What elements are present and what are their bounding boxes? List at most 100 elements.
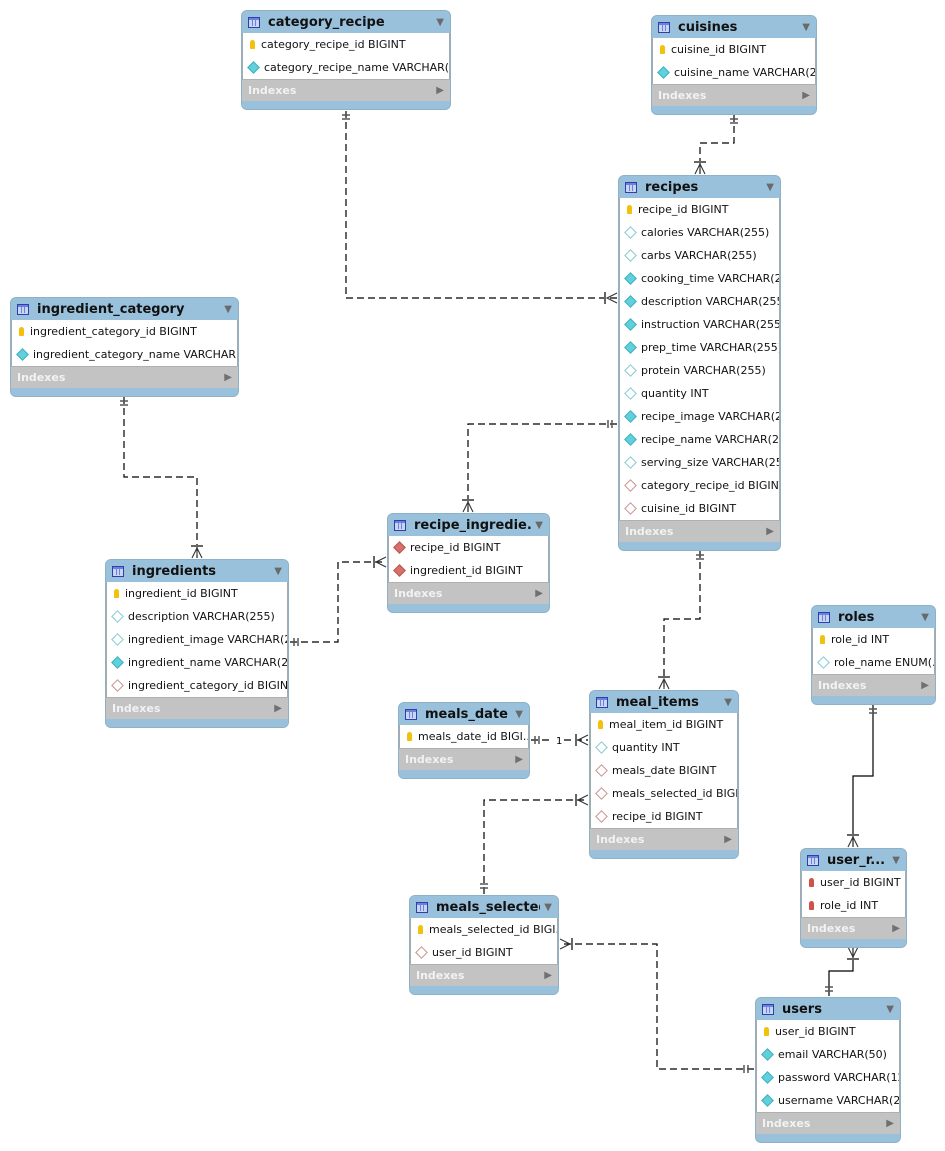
column-row[interactable]: user_id BIGINT — [411, 941, 557, 964]
collapse-triangle-icon[interactable]: ▼ — [892, 855, 900, 866]
column-row[interactable]: recipe_id BIGINT — [591, 805, 737, 828]
column-row[interactable]: ingredient_name VARCHAR(255) — [107, 651, 287, 674]
expand-arrow-icon[interactable]: ▶ — [274, 703, 282, 714]
table-roles[interactable]: roles ▼ role_id INT role_name ENUM(...) Inde… — [811, 605, 936, 705]
column-row[interactable]: password VARCHAR(120) — [757, 1066, 899, 1089]
expand-arrow-icon[interactable]: ▶ — [436, 85, 444, 96]
column-row[interactable]: category_recipe_id BIGINT — [243, 33, 449, 56]
collapse-triangle-icon[interactable]: ▼ — [544, 902, 552, 913]
column-row[interactable]: username VARCHAR(20) — [757, 1089, 899, 1112]
column-row[interactable]: ingredient_category_id BIGINT — [107, 674, 287, 697]
column-row[interactable]: category_recipe_id BIGINT — [620, 474, 779, 497]
indexes-section[interactable]: Indexes ▶ — [801, 917, 906, 939]
expand-arrow-icon[interactable]: ▶ — [224, 372, 232, 383]
expand-arrow-icon[interactable]: ▶ — [892, 923, 900, 934]
column-row[interactable]: quantity INT — [620, 382, 779, 405]
collapse-triangle-icon[interactable]: ▼ — [515, 709, 523, 720]
column-row[interactable]: cuisine_name VARCHAR(25... — [653, 61, 815, 84]
table-header[interactable]: meals_selected ▼ — [410, 896, 558, 918]
table-ingredient-category[interactable]: ingredient_category ▼ ingredient_category_… — [10, 297, 239, 397]
column-row[interactable]: user_id BIGINT — [802, 871, 905, 894]
indexes-section[interactable]: Indexes ▶ — [11, 366, 238, 388]
column-row[interactable]: calories VARCHAR(255) — [620, 221, 779, 244]
indexes-section[interactable]: Indexes ▶ — [619, 520, 780, 542]
expand-arrow-icon[interactable]: ▶ — [544, 970, 552, 981]
column-row[interactable]: recipe_name VARCHAR(255) — [620, 428, 779, 451]
indexes-section[interactable]: Indexes ▶ — [106, 697, 288, 719]
table-cuisines[interactable]: cuisines ▼ cuisine_id BIGINT cuisine_name V… — [651, 15, 817, 115]
column-row[interactable]: meal_item_id BIGINT — [591, 713, 737, 736]
expand-arrow-icon[interactable]: ▶ — [921, 680, 929, 691]
column-row[interactable]: role_id INT — [802, 894, 905, 917]
collapse-triangle-icon[interactable]: ▼ — [436, 17, 444, 28]
column-row[interactable]: recipe_id BIGINT — [620, 198, 779, 221]
column-row[interactable]: protein VARCHAR(255) — [620, 359, 779, 382]
table-meals-selected[interactable]: meals_selected ▼ meals_selected_id BIGI...… — [409, 895, 559, 995]
table-header[interactable]: category_recipe ▼ — [242, 11, 450, 33]
table-header[interactable]: ingredient_category ▼ — [11, 298, 238, 320]
indexes-section[interactable]: Indexes ▶ — [242, 79, 450, 101]
table-ingredients[interactable]: ingredients ▼ ingredient_id BIGINT descript… — [105, 559, 289, 728]
column-row[interactable]: instruction VARCHAR(255) — [620, 313, 779, 336]
column-row[interactable]: description VARCHAR(255) — [107, 605, 287, 628]
column-row[interactable]: serving_size VARCHAR(255) — [620, 451, 779, 474]
column-row[interactable]: ingredient_category_name VARCHAR(25... — [12, 343, 237, 366]
collapse-triangle-icon[interactable]: ▼ — [224, 304, 232, 315]
table-header[interactable]: cuisines ▼ — [652, 16, 816, 38]
indexes-section[interactable]: Indexes ▶ — [410, 964, 558, 986]
indexes-section[interactable]: Indexes ▶ — [590, 828, 738, 850]
table-users[interactable]: users ▼ user_id BIGINT email VARCHAR(50) pas… — [755, 997, 901, 1143]
expand-arrow-icon[interactable]: ▶ — [886, 1118, 894, 1129]
column-row[interactable]: meals_selected_id BIGI... — [411, 918, 557, 941]
expand-arrow-icon[interactable]: ▶ — [802, 90, 810, 101]
collapse-triangle-icon[interactable]: ▼ — [724, 697, 732, 708]
column-row[interactable]: quantity INT — [591, 736, 737, 759]
column-row[interactable]: recipe_image VARCHAR(25... — [620, 405, 779, 428]
indexes-section[interactable]: Indexes ▶ — [399, 748, 529, 770]
expand-arrow-icon[interactable]: ▶ — [724, 834, 732, 845]
column-row[interactable]: meals_selected_id BIGI... — [591, 782, 737, 805]
table-header[interactable]: users ▼ — [756, 998, 900, 1020]
collapse-triangle-icon[interactable]: ▼ — [766, 182, 774, 193]
table-header[interactable]: ingredients ▼ — [106, 560, 288, 582]
table-recipe-ingredients[interactable]: recipe_ingredie... ▼ recipe_id BIGINT ingre… — [387, 513, 550, 613]
column-row[interactable]: email VARCHAR(50) — [757, 1043, 899, 1066]
collapse-triangle-icon[interactable]: ▼ — [886, 1004, 894, 1015]
table-category-recipe[interactable]: category_recipe ▼ category_recipe_id BIGIN… — [241, 10, 451, 110]
table-header[interactable]: user_r... ▼ — [801, 849, 906, 871]
column-row[interactable]: ingredient_id BIGINT — [389, 559, 548, 582]
column-row[interactable]: prep_time VARCHAR(255) — [620, 336, 779, 359]
expand-arrow-icon[interactable]: ▶ — [535, 588, 543, 599]
indexes-section[interactable]: Indexes ▶ — [756, 1112, 900, 1134]
table-header[interactable]: meals_date ▼ — [399, 703, 529, 725]
expand-arrow-icon[interactable]: ▶ — [515, 754, 523, 765]
column-row[interactable]: description VARCHAR(255) — [620, 290, 779, 313]
table-meal-items[interactable]: meal_items ▼ meal_item_id BIGINT quantity I… — [589, 690, 739, 859]
column-row[interactable]: role_id INT — [813, 628, 934, 651]
table-header[interactable]: recipes ▼ — [619, 176, 780, 198]
column-row[interactable]: meals_date BIGINT — [591, 759, 737, 782]
table-meals-date[interactable]: meals_date ▼ meals_date_id BIGI... Indexes ▶ — [398, 702, 530, 779]
table-header[interactable]: recipe_ingredie... ▼ — [388, 514, 549, 536]
expand-arrow-icon[interactable]: ▶ — [766, 526, 774, 537]
indexes-section[interactable]: Indexes ▶ — [652, 84, 816, 106]
column-row[interactable]: user_id BIGINT — [757, 1020, 899, 1043]
column-row[interactable]: carbs VARCHAR(255) — [620, 244, 779, 267]
column-row[interactable]: category_recipe_name VARCHAR(25... — [243, 56, 449, 79]
collapse-triangle-icon[interactable]: ▼ — [802, 22, 810, 33]
indexes-section[interactable]: Indexes ▶ — [388, 582, 549, 604]
collapse-triangle-icon[interactable]: ▼ — [535, 520, 543, 531]
indexes-section[interactable]: Indexes ▶ — [812, 674, 935, 696]
column-row[interactable]: recipe_id BIGINT — [389, 536, 548, 559]
column-row[interactable]: cuisine_id BIGINT — [653, 38, 815, 61]
column-row[interactable]: cooking_time VARCHAR(25... — [620, 267, 779, 290]
table-recipes[interactable]: recipes ▼ recipe_id BIGINT calories VARCHAR… — [618, 175, 781, 551]
collapse-triangle-icon[interactable]: ▼ — [274, 566, 282, 577]
table-header[interactable]: meal_items ▼ — [590, 691, 738, 713]
column-row[interactable]: ingredient_id BIGINT — [107, 582, 287, 605]
collapse-triangle-icon[interactable]: ▼ — [921, 612, 929, 623]
table-header[interactable]: roles ▼ — [812, 606, 935, 628]
column-row[interactable]: meals_date_id BIGI... — [400, 725, 528, 748]
column-row[interactable]: cuisine_id BIGINT — [620, 497, 779, 520]
column-row[interactable]: role_name ENUM(...) — [813, 651, 934, 674]
